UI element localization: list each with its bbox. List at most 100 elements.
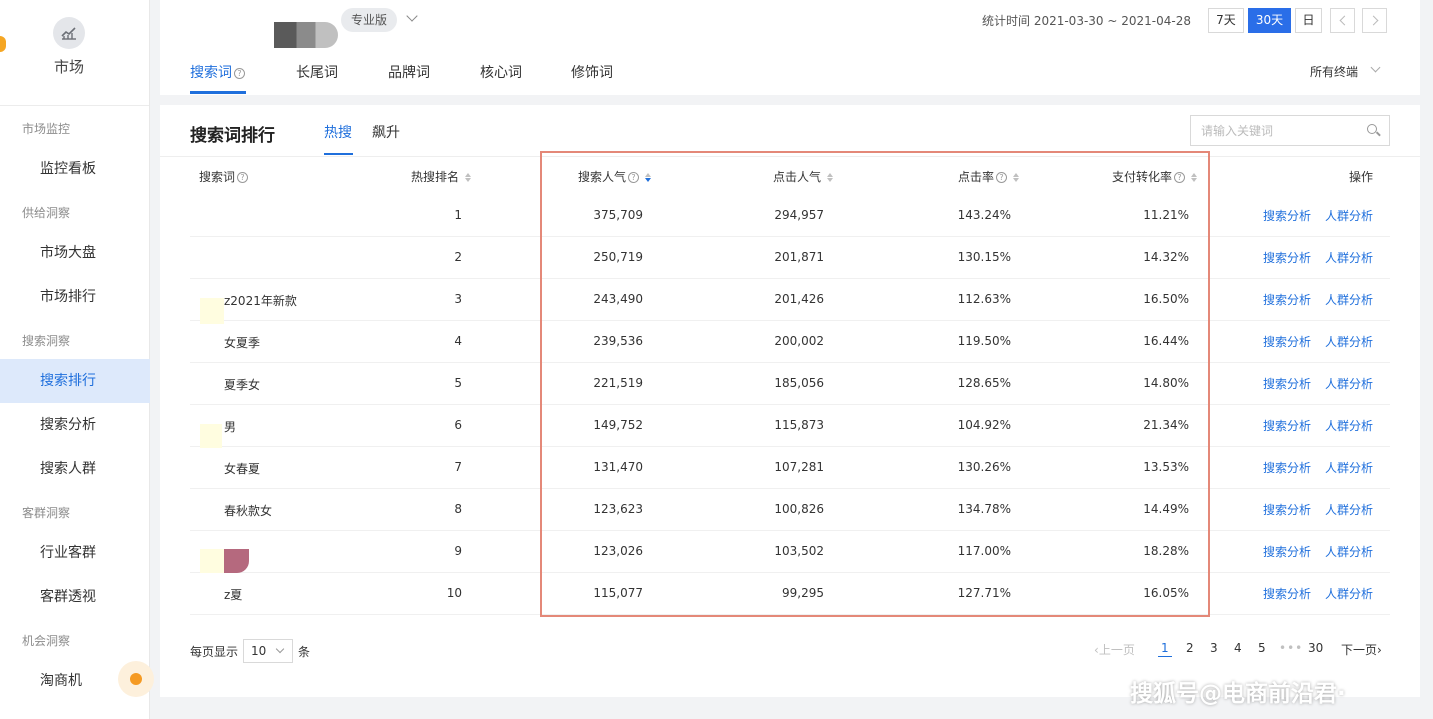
cell-term[interactable]: 女夏季 xyxy=(224,334,260,351)
sidebar-item-market-overview[interactable]: 市场大盘 xyxy=(0,231,150,275)
help-icon[interactable]: ? xyxy=(234,68,245,79)
sidebar: 市场 市场监控 监控看板 供给洞察 市场大盘 市场排行 搜索洞察 搜索排行 搜索… xyxy=(0,0,150,719)
page-5[interactable]: 5 xyxy=(1258,641,1266,655)
search-analysis-link[interactable]: 搜索分析 xyxy=(1263,543,1311,560)
tab-brand[interactable]: 品牌词 xyxy=(388,62,430,82)
page-1[interactable]: 1 xyxy=(1161,641,1169,655)
chevron-down-icon[interactable] xyxy=(1370,62,1381,73)
active-subtab-indicator xyxy=(324,153,353,155)
cell-rank: 4 xyxy=(454,334,462,348)
sidebar-item-search-analysis[interactable]: 搜索分析 xyxy=(0,403,150,447)
cell-rank: 2 xyxy=(454,250,462,264)
period-30d-button[interactable]: 30天 xyxy=(1248,8,1291,33)
crowd-analysis-link[interactable]: 人群分析 xyxy=(1325,417,1373,434)
search-icon[interactable] xyxy=(1367,124,1377,134)
next-page-button[interactable]: 下一页› xyxy=(1341,641,1382,658)
cell-term[interactable]: 夏季女 xyxy=(224,376,260,393)
per-page-unit: 条 xyxy=(298,645,311,659)
sidebar-header: 市场 xyxy=(0,0,149,106)
search-analysis-link[interactable]: 搜索分析 xyxy=(1263,207,1311,224)
crowd-analysis-link[interactable]: 人群分析 xyxy=(1325,543,1373,560)
page-last[interactable]: 30 xyxy=(1308,641,1323,655)
col-header-rank[interactable]: 热搜排名 xyxy=(411,168,472,185)
sidebar-item-search-crowd[interactable]: 搜索人群 xyxy=(0,447,150,491)
cell-rank: 6 xyxy=(454,418,462,432)
keyword-search-input[interactable] xyxy=(1191,116,1351,145)
cell-term[interactable]: 女春夏 xyxy=(224,460,260,477)
search-analysis-link[interactable]: 搜索分析 xyxy=(1263,501,1311,518)
period-day-button[interactable]: 日 xyxy=(1295,8,1322,33)
sidebar-item-monitor-board[interactable]: 监控看板 xyxy=(0,147,150,191)
search-analysis-link[interactable]: 搜索分析 xyxy=(1263,417,1311,434)
subtab-hot[interactable]: 热搜 xyxy=(324,122,352,142)
prev-page-button[interactable]: ‹上一页 xyxy=(1094,641,1135,658)
sidebar-group-label: 客群洞察 xyxy=(22,506,71,520)
crowd-analysis-link[interactable]: 人群分析 xyxy=(1325,249,1373,266)
floating-assistant-button[interactable] xyxy=(118,661,154,697)
chevron-down-icon[interactable] xyxy=(406,10,418,22)
terminal-select[interactable]: 所有终端 xyxy=(1310,63,1358,80)
cell-term[interactable]: z2021年新款 xyxy=(224,292,297,309)
shop-logo xyxy=(274,22,338,48)
cell-term[interactable]: 春秋款女 xyxy=(224,502,272,519)
sidebar-group-label: 供给洞察 xyxy=(22,206,71,220)
sidebar-title: 市场 xyxy=(53,58,84,76)
page-4[interactable]: 4 xyxy=(1234,641,1242,655)
page-2[interactable]: 2 xyxy=(1186,641,1194,655)
help-icon[interactable]: ? xyxy=(237,172,249,183)
subtab-rising[interactable]: 飙升 xyxy=(372,122,400,142)
crowd-analysis-link[interactable]: 人群分析 xyxy=(1325,501,1373,518)
chevron-left-icon xyxy=(1339,15,1350,26)
per-page-label: 每页显示 xyxy=(190,645,239,659)
crowd-analysis-link[interactable]: 人群分析 xyxy=(1325,207,1373,224)
tab-modifier[interactable]: 修饰词 xyxy=(571,62,613,82)
cell-rank: 3 xyxy=(454,292,462,306)
cell-rank: 7 xyxy=(454,460,462,474)
search-analysis-link[interactable]: 搜索分析 xyxy=(1263,459,1311,476)
crowd-analysis-link[interactable]: 人群分析 xyxy=(1325,333,1373,350)
cell-term[interactable]: 男 xyxy=(224,418,236,435)
sidebar-group-label: 市场监控 xyxy=(22,122,71,136)
sort-icon[interactable] xyxy=(465,173,472,182)
sidebar-item-crowd-insight[interactable]: 客群透视 xyxy=(0,575,150,619)
tab-core[interactable]: 核心词 xyxy=(480,62,522,82)
period-7d-button[interactable]: 7天 xyxy=(1208,8,1244,33)
next-page-label: 下一页 xyxy=(1341,643,1378,657)
search-analysis-link[interactable]: 搜索分析 xyxy=(1263,585,1311,602)
redaction-mark xyxy=(200,549,224,573)
cell-rank: 9 xyxy=(454,544,462,558)
market-chart-icon xyxy=(53,17,85,49)
search-analysis-link[interactable]: 搜索分析 xyxy=(1263,249,1311,266)
tab-label: 搜索词 xyxy=(190,65,232,81)
redaction-mark xyxy=(224,549,249,573)
sidebar-item-industry-crowd[interactable]: 行业客群 xyxy=(0,531,150,575)
sidebar-item-market-ranking[interactable]: 市场排行 xyxy=(0,275,150,319)
redaction-mark xyxy=(200,424,222,448)
sidebar-item-search-ranking[interactable]: 搜索排行 xyxy=(0,359,150,403)
col-label: 热搜排名 xyxy=(411,170,460,184)
col-header-actions: 操作 xyxy=(1349,170,1374,184)
search-analysis-link[interactable]: 搜索分析 xyxy=(1263,333,1311,350)
per-page-select[interactable]: 10 xyxy=(243,639,293,663)
card-title: 搜索词排行 xyxy=(190,126,275,146)
page-ellipsis[interactable]: ••• xyxy=(1279,641,1303,655)
tab-search-term[interactable]: 搜索词? xyxy=(190,62,245,82)
cell-term[interactable]: z夏 xyxy=(224,586,242,603)
crowd-analysis-link[interactable]: 人群分析 xyxy=(1325,375,1373,392)
crowd-analysis-link[interactable]: 人群分析 xyxy=(1325,585,1373,602)
header-card: 专业版 统计时间 2021-03-30 ~ 2021-04-28 7天 30天 … xyxy=(160,0,1420,95)
search-analysis-link[interactable]: 搜索分析 xyxy=(1263,375,1311,392)
col-header-term: 搜索词? xyxy=(199,168,249,185)
next-period-button[interactable] xyxy=(1362,8,1387,33)
page-3[interactable]: 3 xyxy=(1210,641,1218,655)
prev-period-button[interactable] xyxy=(1330,8,1355,33)
watermark: 搜狐号@电商前沿君· xyxy=(1130,681,1346,707)
edition-badge[interactable]: 专业版 xyxy=(341,8,398,32)
search-analysis-link[interactable]: 搜索分析 xyxy=(1263,291,1311,308)
cell-rank: 1 xyxy=(454,208,462,222)
crowd-analysis-link[interactable]: 人群分析 xyxy=(1325,459,1373,476)
prev-page-label: 上一页 xyxy=(1098,643,1135,657)
tab-long-tail[interactable]: 长尾词 xyxy=(296,62,338,82)
crowd-analysis-link[interactable]: 人群分析 xyxy=(1325,291,1373,308)
cell-rank: 5 xyxy=(454,376,462,390)
